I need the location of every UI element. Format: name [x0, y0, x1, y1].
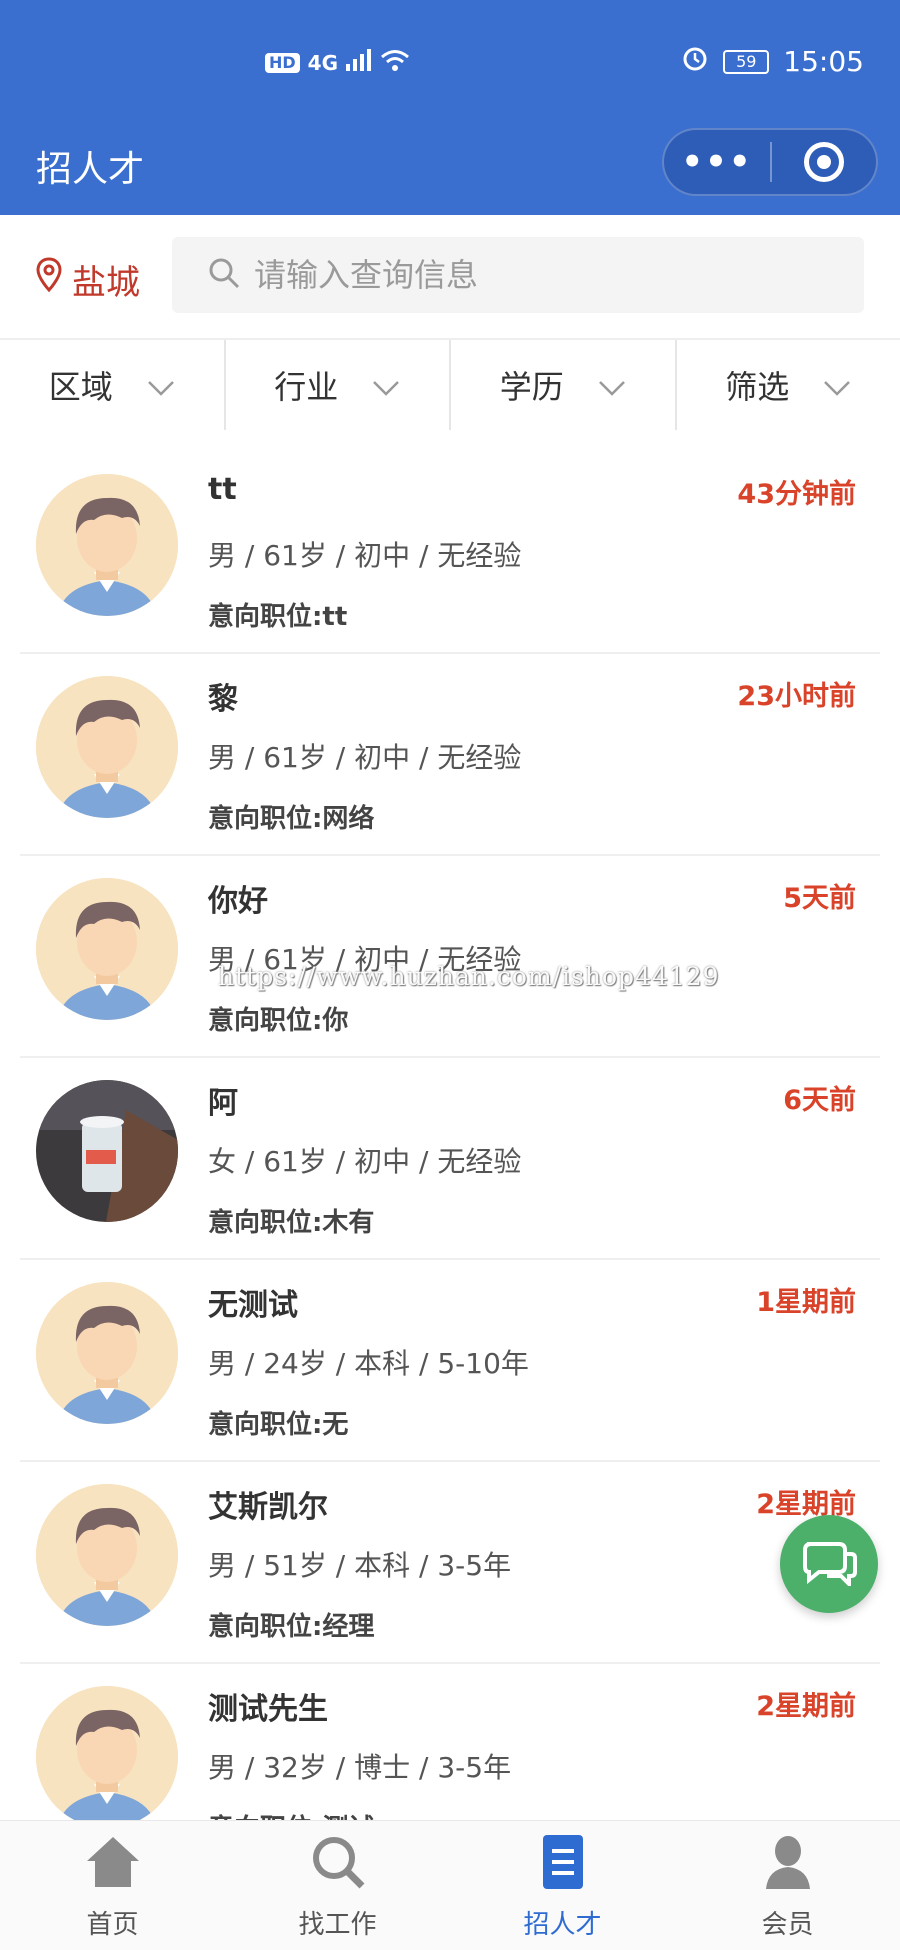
- filter-industry[interactable]: 行业: [226, 340, 451, 430]
- wifi-icon: [380, 48, 410, 77]
- candidate-intent: 意向职位:经理: [208, 1612, 375, 1642]
- status-bar: HD 4G 59 15:05: [0, 0, 900, 120]
- filter-label: 行业: [274, 368, 339, 406]
- default-avatar-icon: [36, 474, 178, 616]
- list-item[interactable]: 艾斯凯尔 2星期前 男 / 51岁 / 本科 / 3-5年 意向职位:经理: [20, 1462, 880, 1664]
- clock-time: 15:05: [783, 45, 864, 78]
- list-item[interactable]: 你好 5天前 男 / 61岁 / 初中 / 无经验 意向职位:你: [20, 856, 880, 1058]
- candidate-name: 你好: [208, 884, 268, 919]
- city-label: 盐城: [72, 263, 140, 303]
- tab-member[interactable]: 会员: [675, 1821, 900, 1950]
- mini-program-capsule: •••: [662, 128, 878, 196]
- hd-badge: HD: [265, 52, 300, 73]
- candidate-info: 男 / 61岁 / 初中 / 无经验: [208, 539, 522, 572]
- filter-label: 筛选: [725, 368, 790, 406]
- chevron-down-icon: [372, 366, 400, 404]
- candidate-name: 艾斯凯尔: [208, 1490, 328, 1525]
- chevron-down-icon: [147, 366, 175, 404]
- list-item[interactable]: tt 43分钟前 男 / 61岁 / 初中 / 无经验 意向职位:tt: [20, 452, 880, 654]
- filter-education[interactable]: 学历: [451, 340, 677, 430]
- candidate-info: 男 / 24岁 / 本科 / 5-10年: [208, 1347, 529, 1380]
- filter-more[interactable]: 筛选: [677, 340, 900, 430]
- target-icon: [803, 142, 844, 182]
- tab-recruit[interactable]: 招人才: [450, 1821, 675, 1950]
- candidate-info: 女 / 61岁 / 初中 / 无经验: [208, 1145, 522, 1178]
- bottom-tab-bar: 首页 找工作 招人才 会员: [0, 1820, 900, 1950]
- default-avatar-icon: [36, 878, 178, 1020]
- document-icon: [535, 1835, 591, 1896]
- chat-bubble-icon: [801, 1538, 857, 1590]
- candidate-info: 男 / 32岁 / 博士 / 3-5年: [208, 1751, 512, 1784]
- default-avatar-icon: [36, 1484, 178, 1626]
- filter-region[interactable]: 区域: [0, 340, 226, 430]
- chat-button[interactable]: [780, 1515, 878, 1613]
- candidate-time: 6天前: [783, 1085, 856, 1116]
- candidate-intent: 意向职位:网络: [208, 804, 375, 834]
- close-program-button[interactable]: [772, 142, 876, 182]
- network-label: 4G: [307, 50, 339, 75]
- candidate-info: 男 / 51岁 / 本科 / 3-5年: [208, 1549, 512, 1582]
- photo-avatar: [36, 1080, 178, 1222]
- candidate-name: 黎: [208, 682, 238, 717]
- page-title: 招人才: [36, 149, 145, 190]
- default-avatar-icon: [36, 1686, 178, 1828]
- candidate-time: 1星期前: [756, 1287, 856, 1318]
- candidate-intent: 意向职位:木有: [208, 1208, 375, 1238]
- tab-label: 会员: [761, 1910, 814, 1940]
- chevron-down-icon: [598, 366, 626, 404]
- candidate-name: tt: [208, 472, 237, 507]
- candidate-intent: 意向职位:你: [208, 1006, 349, 1036]
- chevron-down-icon: [823, 366, 851, 404]
- candidate-time: 2星期前: [756, 1691, 856, 1722]
- tab-label: 找工作: [298, 1910, 377, 1940]
- city-selector[interactable]: 盐城: [36, 255, 140, 304]
- candidate-intent: 意向职位:tt: [208, 602, 348, 632]
- search-row: 盐城: [0, 215, 900, 340]
- candidate-name: 阿: [208, 1086, 238, 1121]
- user-icon: [760, 1835, 816, 1896]
- candidate-list: tt 43分钟前 男 / 61岁 / 初中 / 无经验 意向职位:tt 黎 23…: [0, 452, 900, 1866]
- location-pin-icon: [36, 257, 62, 302]
- signal-icon: [346, 49, 372, 76]
- candidate-name: 测试先生: [208, 1692, 328, 1727]
- alarm-icon: [681, 44, 709, 79]
- tab-label: 招人才: [523, 1910, 602, 1940]
- candidate-time: 23小时前: [737, 681, 856, 712]
- tab-label: 首页: [86, 1910, 139, 1940]
- list-item[interactable]: 黎 23小时前 男 / 61岁 / 初中 / 无经验 意向职位:网络: [20, 654, 880, 856]
- status-right: 59 15:05: [681, 44, 864, 79]
- top-header: HD 4G 59 15:05 招人才 •••: [0, 0, 900, 215]
- candidate-time: 43分钟前: [737, 479, 856, 510]
- search-icon: [208, 257, 240, 293]
- candidate-name: 无测试: [208, 1288, 298, 1323]
- candidate-time: 2星期前: [756, 1489, 856, 1520]
- tab-home[interactable]: 首页: [0, 1821, 225, 1950]
- search-icon: [310, 1835, 366, 1896]
- list-item[interactable]: 无测试 1星期前 男 / 24岁 / 本科 / 5-10年 意向职位:无: [20, 1260, 880, 1462]
- search-box[interactable]: [172, 237, 864, 313]
- watermark-text: https://www.huzhan.com/ishop44129: [218, 962, 720, 991]
- home-icon: [85, 1835, 141, 1896]
- status-network: HD 4G: [265, 48, 410, 77]
- battery-icon: 59: [723, 49, 770, 74]
- default-avatar-icon: [36, 676, 178, 818]
- filter-label: 区域: [48, 368, 113, 406]
- candidate-time: 5天前: [783, 883, 856, 914]
- search-input[interactable]: [254, 256, 814, 294]
- tab-find-job[interactable]: 找工作: [225, 1821, 450, 1950]
- default-avatar-icon: [36, 1282, 178, 1424]
- candidate-info: 男 / 61岁 / 初中 / 无经验: [208, 741, 522, 774]
- more-button[interactable]: •••: [664, 142, 770, 182]
- candidate-intent: 意向职位:无: [208, 1410, 349, 1440]
- filter-bar: 区域 行业 学历 筛选: [0, 340, 900, 430]
- filter-label: 学历: [499, 368, 564, 406]
- list-item[interactable]: 阿 6天前 女 / 61岁 / 初中 / 无经验 意向职位:木有: [20, 1058, 880, 1260]
